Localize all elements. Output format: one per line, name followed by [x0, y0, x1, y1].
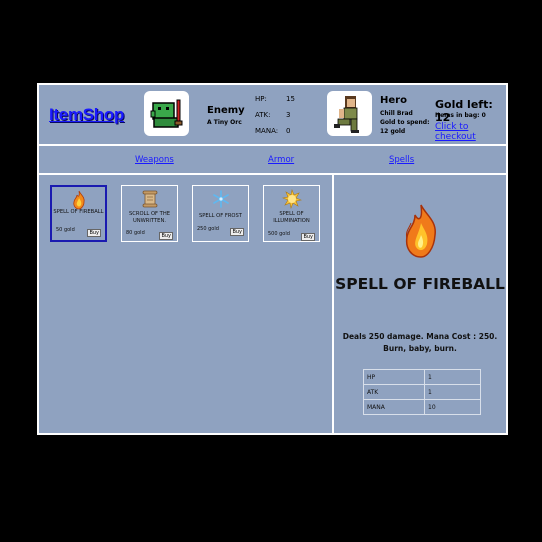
stat-value: 10: [424, 399, 481, 415]
hero-gold-label: Gold to spend:: [380, 119, 430, 126]
item-name: SPELL OF FIREBALL: [53, 209, 104, 215]
stat-label: ATK: [363, 384, 425, 400]
stat-value: 1: [424, 384, 481, 400]
sun-icon: [281, 189, 302, 209]
stat-value: 1: [424, 369, 481, 385]
hero-portrait: [327, 91, 372, 136]
orc-icon: [150, 99, 183, 128]
enemy-hp-value: 15: [286, 95, 295, 103]
buy-button[interactable]: Buy: [230, 228, 244, 236]
detail-stats-table: HP 1 ATK 1 MANA 10: [363, 369, 481, 415]
enemy-mana-value: 0: [286, 127, 291, 135]
table-row: ATK 1: [363, 384, 481, 400]
enemy-name: Enemy: [207, 105, 245, 116]
scroll-icon: [142, 190, 157, 208]
detail-description: Deals 250 damage. Mana Cost : 250. Burn,…: [342, 332, 498, 353]
item-name: SPELL OF FROST: [199, 213, 242, 219]
buy-button[interactable]: Buy: [87, 229, 101, 237]
hero-name: Hero: [380, 95, 407, 106]
enemy-portrait: [144, 91, 189, 136]
fire-icon: [72, 190, 85, 210]
item-card-frost[interactable]: SPELL OF FROST 250 gold Buy: [192, 185, 249, 242]
table-row: HP 1: [363, 369, 481, 385]
fire-icon: [405, 204, 436, 258]
gold-left: Gold left: 12: [435, 98, 493, 124]
enemy-hp-label: HP:: [255, 95, 267, 103]
checkout-link[interactable]: Click to checkout: [435, 122, 506, 142]
item-card-fireball[interactable]: SPELL OF FIREBALL 50 gold Buy: [50, 185, 107, 242]
table-row: MANA 10: [363, 399, 481, 415]
enemy-atk-value: 3: [286, 111, 291, 119]
tab-armor[interactable]: Armor: [268, 155, 294, 165]
buy-button[interactable]: Buy: [301, 233, 315, 241]
detail-title: SPELL OF FIREBALL: [335, 275, 505, 293]
hero-icon: [334, 96, 359, 133]
enemy-atk-label: ATK:: [255, 111, 271, 119]
stat-label: MANA: [363, 399, 425, 415]
item-price: 80 gold: [126, 230, 145, 236]
item-shop-panel: ItemShop Enemy A Tiny Orc HP: 15 ATK: 3 …: [37, 83, 508, 435]
buy-button[interactable]: Buy: [159, 232, 173, 240]
category-nav: Weapons Armor Spells: [39, 146, 506, 175]
hero-subtitle: Chill Brad: [380, 110, 413, 117]
hero-gold-value: 12 gold: [380, 128, 406, 135]
item-detail-panel: SPELL OF FIREBALL Deals 250 damage. Mana…: [334, 175, 506, 433]
item-price: 50 gold: [56, 227, 75, 233]
enemy-subtitle: A Tiny Orc: [207, 119, 242, 126]
item-name: SCROLL OF THE UNWRITTEN.: [128, 211, 171, 224]
logo[interactable]: ItemShop: [49, 105, 124, 125]
item-price: 250 gold: [197, 226, 219, 232]
snowflake-icon: [212, 190, 229, 208]
tab-spells[interactable]: Spells: [389, 155, 414, 165]
item-card-illumination[interactable]: SPELL OF ILLUMINATION 500 gold Buy: [263, 185, 320, 242]
item-price: 500 gold: [268, 231, 290, 237]
shop-header: ItemShop Enemy A Tiny Orc HP: 15 ATK: 3 …: [39, 85, 506, 146]
item-card-scroll[interactable]: SCROLL OF THE UNWRITTEN. 80 gold Buy: [121, 185, 178, 242]
stat-label: HP: [363, 369, 425, 385]
item-name: SPELL OF ILLUMINATION: [273, 211, 310, 224]
item-grid: SPELL OF FIREBALL 50 gold Buy SCROLL OF …: [39, 175, 332, 433]
enemy-mana-label: MANA:: [255, 127, 279, 135]
tab-weapons[interactable]: Weapons: [135, 155, 174, 165]
items-in-bag: Items in bag: 0: [435, 112, 486, 119]
